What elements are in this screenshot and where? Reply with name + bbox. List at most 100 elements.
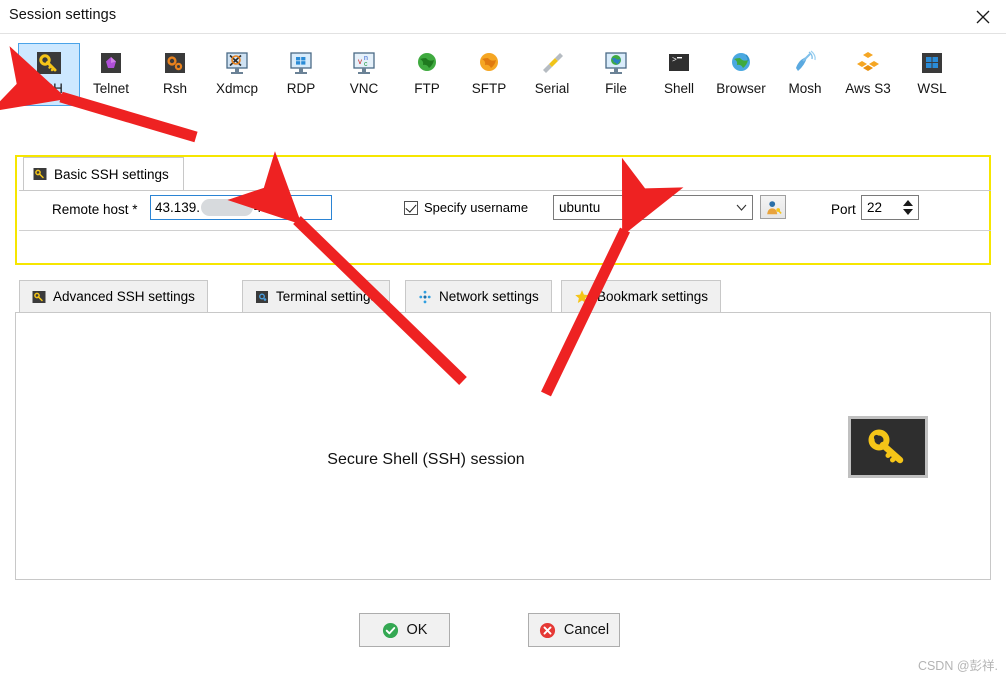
shell-terminal-icon: > (669, 54, 689, 71)
tab-terminal-settings[interactable]: Terminal settings (242, 280, 391, 313)
protocol-mosh[interactable]: Mosh (774, 43, 836, 106)
watermark: CSDN @彭祥. (917, 659, 998, 673)
tab-basic-ssh-settings-label: Basic SSH settings (54, 166, 169, 182)
x-circle-icon (539, 622, 555, 638)
protocol-file-label: File (605, 81, 627, 96)
serial-plug-icon (543, 53, 563, 73)
protocol-wsl[interactable]: WSL (901, 43, 963, 106)
ssh-key-icon (37, 52, 61, 74)
protocol-sftp[interactable]: SFTP (458, 43, 520, 106)
aws-s3-cubes-icon (857, 52, 879, 71)
xdmcp-monitor-icon (226, 52, 248, 74)
ok-button-label: OK (406, 622, 428, 638)
protocol-shell-label: Shell (663, 81, 695, 96)
protocol-telnet-label: Telnet (92, 81, 130, 96)
ssh-key-icon (33, 168, 47, 180)
remote-host-value-suffix: 4 (254, 200, 262, 215)
protocol-xdmcp[interactable]: Xdmcp (206, 43, 268, 106)
wsl-windows-icon (922, 53, 942, 73)
mosh-satellite-icon (796, 50, 816, 71)
tab-bookmark-settings-label: Bookmark settings (597, 289, 709, 304)
cancel-button-label: Cancel (563, 622, 610, 638)
remote-host-label: Remote host * (52, 202, 138, 217)
protocol-telnet[interactable]: Telnet (80, 43, 142, 106)
svg-text:v: v (358, 57, 362, 66)
protocol-wsl-label: WSL (917, 81, 947, 96)
chevron-down-icon[interactable] (730, 204, 752, 211)
ssh-key-large-icon (868, 429, 904, 464)
protocol-rdp-label: RDP (286, 81, 316, 96)
protocol-vnc-label: VNC (349, 81, 379, 96)
username-picker-button[interactable] (760, 195, 786, 219)
svg-text:>: > (672, 56, 677, 65)
tab-network-settings-label: Network settings (439, 289, 539, 304)
username-value: ubuntu (559, 200, 601, 215)
file-globe-monitor-icon (605, 52, 627, 74)
check-circle-icon (382, 622, 398, 638)
protocol-ssh[interactable]: SSH (18, 43, 80, 106)
protocol-serial-label: Serial (534, 81, 570, 96)
specify-username-label: Specify username (424, 200, 529, 215)
spinner-down-icon[interactable] (903, 209, 913, 215)
remote-host-redaction (201, 199, 254, 216)
svg-text:c: c (364, 61, 368, 68)
spinner-up-icon[interactable] (903, 200, 913, 206)
protocol-ftp[interactable]: FTP (396, 43, 458, 106)
protocol-aws-s3-label: Aws S3 (845, 81, 891, 96)
specify-username-checkbox-row[interactable]: Specify username (404, 200, 528, 215)
remote-host-input[interactable]: 43.139. 4 (150, 195, 332, 220)
port-value: 22 (867, 200, 883, 215)
star-icon (575, 289, 589, 303)
session-preview-panel: Secure Shell (SSH) session (15, 312, 991, 580)
telnet-gem-icon (101, 53, 121, 73)
close-button[interactable] (960, 0, 1006, 33)
vnc-monitor-icon: v n c (353, 52, 375, 74)
basic-settings-body: Remote host * 43.139. 4 Specify username … (19, 191, 991, 231)
title-bar: Session settings (0, 0, 1006, 34)
username-combobox[interactable]: ubuntu (553, 195, 753, 220)
basic-settings-group: Basic SSH settings Remote host * 43.139.… (15, 155, 991, 265)
protocol-serial[interactable]: Serial (521, 43, 583, 106)
specify-username-checkbox[interactable] (404, 200, 418, 215)
protocol-sftp-label: SFTP (471, 81, 507, 96)
rdp-windows-monitor-icon (290, 52, 312, 74)
tab-advanced-ssh-settings[interactable]: Advanced SSH settings (19, 280, 208, 313)
port-spinner-buttons[interactable] (898, 196, 918, 219)
protocol-mosh-label: Mosh (788, 81, 822, 96)
lower-tabbar: Advanced SSH settings Terminal settings … (15, 280, 991, 313)
ftp-green-globe-icon (418, 53, 436, 71)
browser-globe-icon (732, 53, 750, 71)
protocol-vnc[interactable]: v n c VNC (333, 43, 395, 106)
network-nodes-icon (419, 290, 431, 303)
session-caption: Secure Shell (SSH) session (327, 451, 525, 468)
protocol-rdp[interactable]: RDP (270, 43, 332, 106)
protocol-browser-label: Browser (716, 81, 766, 96)
tab-bookmark-settings[interactable]: Bookmark settings (561, 280, 722, 313)
protocol-toolbar: SSH Telnet Rsh Xdmcp RDP v n c VNC FTP S… (0, 34, 1006, 112)
protocol-xdmcp-label: Xdmcp (215, 81, 259, 96)
tab-advanced-ssh-settings-label: Advanced SSH settings (53, 289, 195, 304)
protocol-ftp-label: FTP (414, 81, 440, 96)
protocol-rsh[interactable]: Rsh (144, 43, 206, 106)
tab-network-settings[interactable]: Network settings (405, 280, 552, 313)
tab-terminal-settings-label: Terminal settings (276, 289, 378, 304)
user-key-icon (766, 200, 782, 214)
sftp-orange-globe-icon (480, 53, 498, 71)
ok-button[interactable]: OK (359, 613, 450, 647)
ssh-key-icon (32, 290, 46, 303)
close-icon (976, 10, 990, 23)
port-stepper[interactable]: 22 (861, 195, 919, 220)
protocol-aws-s3[interactable]: Aws S3 (836, 43, 900, 106)
protocol-browser[interactable]: Browser (710, 43, 772, 106)
rsh-gears-icon (165, 53, 185, 73)
protocol-ssh-label: SSH (35, 81, 63, 96)
remote-host-value-prefix: 43.139. (155, 200, 201, 215)
tab-basic-ssh-settings[interactable]: Basic SSH settings (23, 157, 184, 190)
cancel-button[interactable]: Cancel (528, 613, 620, 647)
session-logo (848, 416, 928, 478)
protocol-shell[interactable]: > Shell (648, 43, 710, 106)
protocol-file[interactable]: File (585, 43, 647, 106)
window-title: Session settings (9, 7, 117, 23)
terminal-gear-icon (256, 290, 268, 303)
port-label: Port (831, 202, 856, 217)
